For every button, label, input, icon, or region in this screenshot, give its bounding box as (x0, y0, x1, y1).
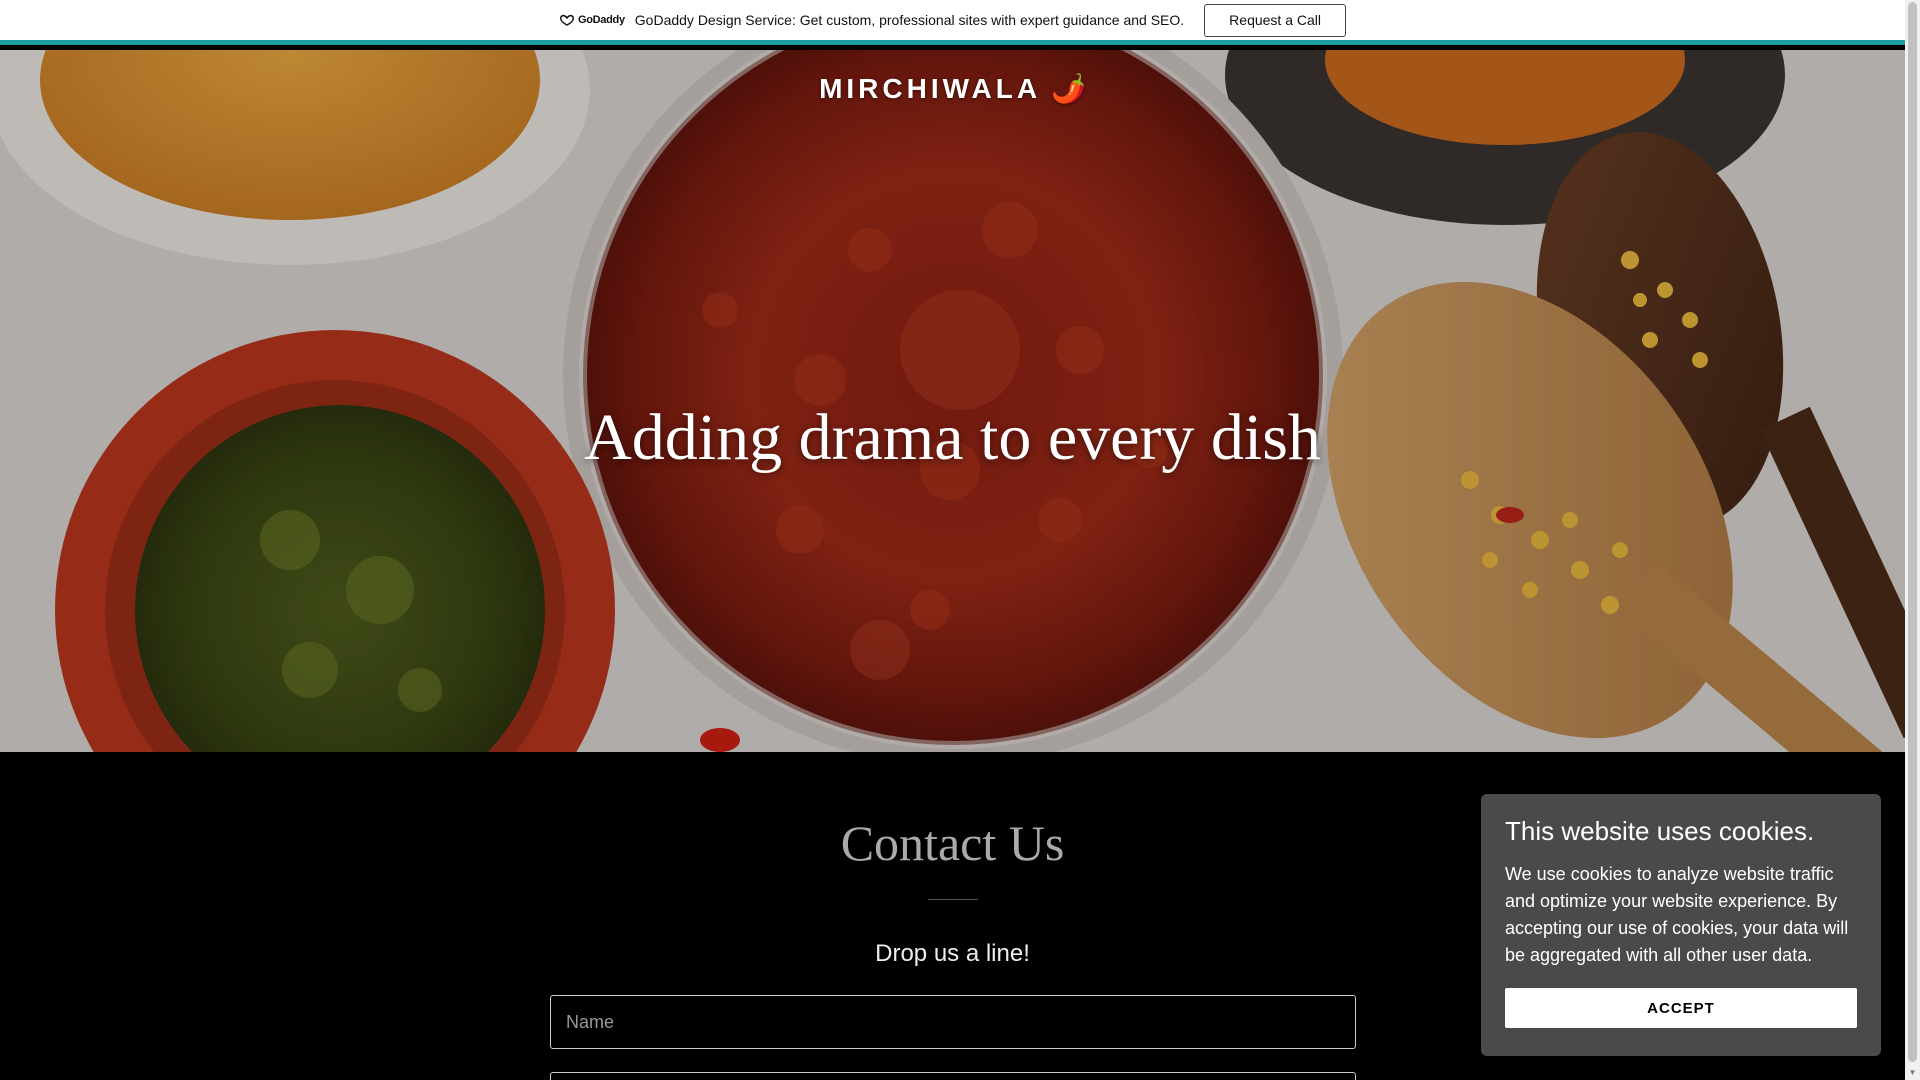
cookie-banner: This website uses cookies. We use cookie… (1481, 794, 1881, 1056)
brand-name: MIRCHIWALA (819, 73, 1042, 104)
page: GoDaddy GoDaddy Design Service: Get cust… (0, 0, 1920, 1080)
hero-headline: Adding drama to every dish (584, 401, 1321, 474)
godaddy-logo: GoDaddy (559, 14, 625, 26)
request-call-button[interactable]: Request a Call (1204, 3, 1346, 37)
promo-bar: GoDaddy GoDaddy Design Service: Get cust… (0, 0, 1905, 45)
hero-section: MIRCHIWALA 🌶️ Adding drama to every dish (0, 50, 1905, 752)
promo-content: GoDaddy GoDaddy Design Service: Get cust… (559, 3, 1346, 37)
scrollbar[interactable]: ▲ ▼ (1905, 0, 1920, 1080)
cookie-body: We use cookies to analyze website traffi… (1505, 864, 1849, 965)
name-input[interactable] (550, 995, 1356, 1049)
chili-pepper-icon: 🌶️ (1051, 73, 1086, 104)
cookie-title: This website uses cookies. (1505, 816, 1815, 846)
accept-cookies-button[interactable]: ACCEPT (1505, 988, 1857, 1028)
scroll-down-icon[interactable]: ▼ (1905, 1066, 1920, 1080)
godaddy-logo-icon (560, 14, 574, 26)
promo-message: GoDaddy Design Service: Get custom, prof… (634, 12, 1185, 28)
email-field[interactable] (550, 1072, 1356, 1080)
godaddy-logo-text: GoDaddy (577, 14, 625, 26)
site-brand[interactable]: MIRCHIWALA 🌶️ (0, 72, 1905, 105)
scroll-thumb[interactable] (1908, 2, 1917, 1062)
section-divider (928, 899, 978, 900)
